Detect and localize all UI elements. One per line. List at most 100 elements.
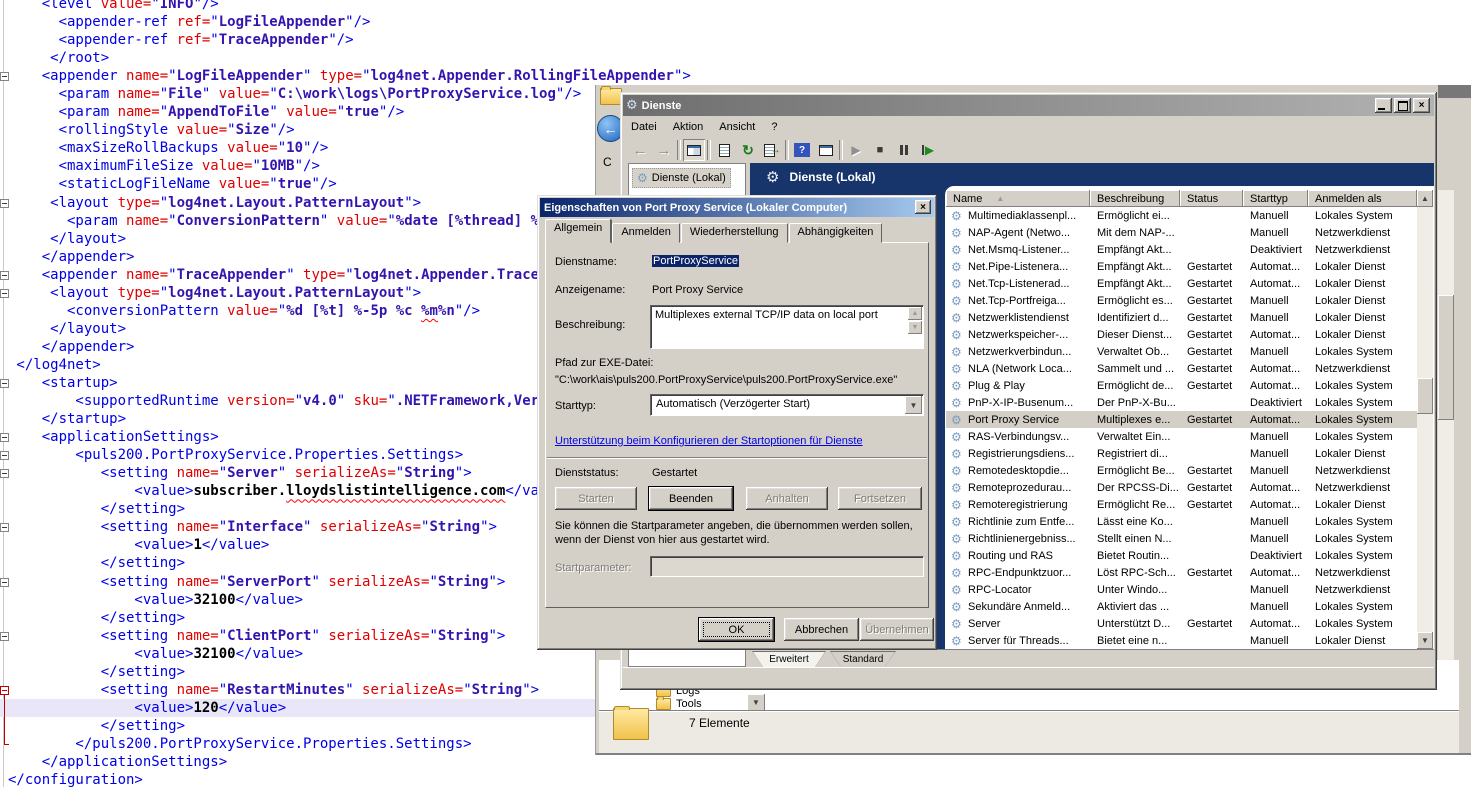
list-item[interactable]: Tools <box>656 697 702 710</box>
scroll-down-button[interactable]: ▼ <box>1417 632 1433 649</box>
service-name: RAS-Verbindungsv... <box>946 431 1090 443</box>
tab-anmelden[interactable]: Anmelden <box>612 223 680 243</box>
dropdown-button[interactable]: ▼ <box>747 694 765 711</box>
starten-button[interactable]: Starten <box>555 487 637 510</box>
tree-item-dienste-lokal[interactable]: ⚙ Dienste (Lokal) <box>632 168 731 188</box>
scrollbar-track[interactable] <box>1417 207 1433 632</box>
minimize-button[interactable] <box>1375 98 1392 113</box>
fold-toggle-icon[interactable] <box>0 469 9 478</box>
back-icon[interactable]: ← <box>629 139 651 161</box>
close-button[interactable]: × <box>915 200 931 214</box>
restart-service-icon[interactable]: ▶ <box>917 139 939 161</box>
service-row[interactable]: ⚙Routing und RASBietet Routin...Deaktivi… <box>946 547 1417 564</box>
dropdown-button[interactable]: ▼ <box>905 396 922 414</box>
service-row[interactable]: ⚙Net.Msmq-Listener...Empfängt Akt...Deak… <box>946 241 1417 258</box>
extended-view-icon[interactable] <box>815 139 837 161</box>
menu-item-?[interactable]: ? <box>763 119 785 135</box>
ok-button[interactable]: OK <box>699 618 774 641</box>
tab-abhängigkeiten[interactable]: Abhängigkeiten <box>789 223 883 243</box>
service-row[interactable]: ⚙PnP-X-IP-Busenum...Der PnP-X-Bu...Deakt… <box>946 394 1417 411</box>
menu-item-ansicht[interactable]: Ansicht <box>711 119 763 135</box>
view-tabs: ErweitertStandard <box>750 649 1434 667</box>
help-icon[interactable]: ? <box>791 139 813 161</box>
scrollbar-track[interactable] <box>1438 190 1454 690</box>
export-list-icon[interactable]: → <box>761 139 783 161</box>
column-header-1[interactable]: Name▲ <box>946 190 1090 207</box>
service-row[interactable]: ⚙RPC-Endpunktzuor...Löst RPC-Sch...Gesta… <box>946 564 1417 581</box>
fold-toggle-icon[interactable] <box>0 199 9 208</box>
refresh-icon[interactable]: ↻ <box>737 139 759 161</box>
startparameter-input[interactable] <box>650 556 924 577</box>
fold-toggle-icon[interactable] <box>0 632 9 641</box>
menu-item-datei[interactable]: Datei <box>623 119 665 135</box>
cancel-button[interactable]: Abbrechen <box>784 618 859 641</box>
fortsetzen-button[interactable]: Fortsetzen <box>838 487 922 510</box>
fold-toggle-icon[interactable] <box>0 523 9 532</box>
scroll-up-button[interactable]: ▲ <box>1417 190 1433 207</box>
dienstname-value[interactable]: PortProxyService <box>652 255 739 267</box>
service-row[interactable]: ⚙Plug & PlayErmöglicht de...GestartetAut… <box>946 377 1417 394</box>
fold-toggle-icon[interactable] <box>0 578 9 587</box>
service-starttype: Manuell <box>1243 448 1308 460</box>
service-row[interactable]: ⚙RAS-Verbindungsv...Verwaltet Ein...Manu… <box>946 428 1417 445</box>
fold-toggle-icon[interactable] <box>0 451 9 460</box>
show-console-tree-icon[interactable] <box>683 139 705 161</box>
fold-toggle-icon[interactable] <box>0 72 9 81</box>
pause-service-icon[interactable] <box>893 139 915 161</box>
service-row[interactable]: ⚙RemoteregistrierungErmöglicht Re...Gest… <box>946 496 1417 513</box>
service-row[interactable]: ⚙RPC-LocatorUnter Windo...ManuellNetzwer… <box>946 581 1417 598</box>
fold-toggle-icon[interactable] <box>0 433 9 442</box>
title-bar[interactable]: Eigenschaften von Port Proxy Service (Lo… <box>540 198 934 217</box>
tab-allgemein[interactable]: Allgemein <box>545 219 611 243</box>
service-row[interactable]: ⚙Multimediaklassenpl...Ermöglicht ei...M… <box>946 207 1417 224</box>
title-bar[interactable]: ⚙ Dienste × <box>623 95 1434 116</box>
tab-wiederherstellung[interactable]: Wiederherstellung <box>681 223 788 243</box>
service-row[interactable]: ⚙Sekundäre Anmeld...Aktiviert das ...Man… <box>946 598 1417 615</box>
beschreibung-textarea[interactable]: Multiplexes external TCP/IP data on loca… <box>650 305 924 349</box>
fold-toggle-icon[interactable] <box>0 289 9 298</box>
service-row[interactable]: ⚙Net.Tcp-Listenerad...Empfängt Akt...Ges… <box>946 275 1417 292</box>
view-tab-erweitert[interactable]: Erweitert <box>752 651 826 667</box>
service-row[interactable]: ⚙NetzwerklistendienstIdentifiziert d...G… <box>946 309 1417 326</box>
service-row[interactable]: ⚙Server für Threads...Bietet eine n...Ma… <box>946 632 1417 649</box>
service-starttype: Automat... <box>1243 499 1308 511</box>
stop-service-icon[interactable]: ■ <box>869 139 891 161</box>
scrollbar-thumb[interactable] <box>1438 295 1454 420</box>
maximize-button[interactable] <box>1394 98 1411 113</box>
service-row[interactable]: ⚙Registrierungsdiens...Registriert di...… <box>946 445 1417 462</box>
fold-toggle-icon[interactable] <box>0 271 9 280</box>
service-row[interactable]: ⚙Net.Tcp-Portfreiga...Ermöglicht es...Ge… <box>946 292 1417 309</box>
anhalten-button[interactable]: Anhalten <box>746 487 828 510</box>
service-row[interactable]: ⚙NAP-Agent (Netwo...Mit dem NAP-...Manue… <box>946 224 1417 241</box>
column-header-2[interactable]: Beschreibung <box>1090 190 1180 207</box>
service-row[interactable]: ⚙Net.Pipe-Listenera...Empfängt Akt...Ges… <box>946 258 1417 275</box>
start-service-icon[interactable]: ▶ <box>845 139 867 161</box>
beenden-button[interactable]: Beenden <box>649 487 733 510</box>
scroll-up-button[interactable]: ▲ <box>908 307 922 320</box>
service-row[interactable]: ⚙Richtlinienergebniss...Stellt einen N..… <box>946 530 1417 547</box>
service-name: Server <box>946 618 1090 630</box>
scrollbar-thumb[interactable] <box>1417 378 1433 414</box>
service-row[interactable]: ⚙Remoteprozedurau...Der RPCSS-Di...Gesta… <box>946 479 1417 496</box>
service-row[interactable]: ⚙Remotedesktopdie...Ermöglicht Be...Gest… <box>946 462 1417 479</box>
service-row[interactable]: ⚙Richtlinie zum Entfe...Lässt eine Ko...… <box>946 513 1417 530</box>
close-button[interactable]: × <box>1413 98 1430 113</box>
fold-toggle-icon[interactable] <box>0 379 9 388</box>
service-row[interactable]: ⚙Netzwerkverbindun...Verwaltet Ob...Gest… <box>946 343 1417 360</box>
starttyp-select[interactable]: Automatisch (Verzögerter Start) ▼ <box>650 394 924 416</box>
service-row[interactable]: ⚙NLA (Network Loca...Sammelt und ...Gest… <box>946 360 1417 377</box>
column-header-3[interactable]: Status <box>1180 190 1243 207</box>
view-tab-standard[interactable]: Standard <box>830 651 896 667</box>
fold-toggle-icon[interactable] <box>0 686 9 695</box>
column-header-4[interactable]: Starttyp <box>1243 190 1308 207</box>
service-row[interactable]: ⚙Netzwerkspeicher-...Dieser Dienst...Ges… <box>946 326 1417 343</box>
service-row[interactable]: ⚙Port Proxy ServiceMultiplexes e...Gesta… <box>946 411 1417 428</box>
scroll-down-button[interactable]: ▼ <box>908 321 922 334</box>
menu-item-aktion[interactable]: Aktion <box>665 119 712 135</box>
service-row[interactable]: ⚙ServerUnterstützt D...GestartetAutomat.… <box>946 615 1417 632</box>
startoptionen-help-link[interactable]: Unterstützung beim Konfigurieren der Sta… <box>555 435 863 447</box>
forward-icon[interactable]: → <box>653 139 675 161</box>
column-header-5[interactable]: Anmelden als <box>1308 190 1417 207</box>
properties-icon[interactable] <box>713 139 735 161</box>
apply-button[interactable]: Übernehmen <box>860 618 934 641</box>
